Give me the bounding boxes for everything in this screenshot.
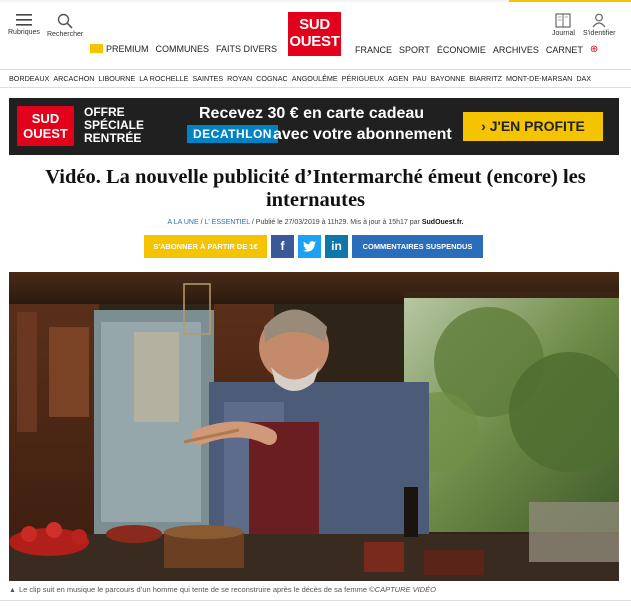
facebook-share-button[interactable]: f (271, 235, 294, 258)
breadcrumb-a-la-une[interactable]: A LA UNE (168, 219, 199, 226)
article-author: SudOuest.fr. (421, 219, 464, 226)
journal-button[interactable]: Journal (552, 13, 575, 37)
nav-item-premium[interactable]: PREMIUM (90, 44, 149, 54)
video-still-image (9, 272, 619, 581)
search-button[interactable]: Rechercher (47, 13, 83, 38)
linkedin-share-button[interactable]: in (325, 235, 348, 258)
login-button[interactable]: S'identifier (583, 13, 615, 37)
banner-offer-line3: RENTRÉE (84, 131, 142, 145)
city-mont-de-marsan[interactable]: MONT-DE-MARSAN (506, 74, 572, 83)
journal-label: Journal (552, 30, 575, 37)
linkedin-icon: in (331, 239, 342, 253)
banner-brand-logo: DECATHLON (187, 125, 278, 143)
city-saintes[interactable]: SAINTES (192, 74, 223, 83)
banner-logo-line2: OUEST (23, 126, 68, 141)
nav-item-france[interactable]: FRANCE (355, 45, 392, 55)
city-dax[interactable]: DAX (576, 74, 591, 83)
comments-button[interactable]: COMMENTAIRES SUSPENDUS (352, 235, 483, 258)
city-cognac[interactable]: COGNAC (256, 74, 288, 83)
subscribe-button[interactable]: S'ABONNER À PARTIR DE 1€ (144, 235, 267, 258)
city-libourne[interactable]: LIBOURNE (98, 74, 135, 83)
newspaper-icon (555, 13, 572, 28)
nav-item-faits-divers[interactable]: FAITS DIVERS (216, 44, 277, 54)
caption-triangle-icon: ▲ (9, 587, 16, 594)
premium-badge-icon (90, 44, 103, 54)
article-video-still[interactable] (9, 272, 619, 581)
banner-sub-text: avec votre abonnement (273, 126, 452, 143)
search-icon (57, 13, 73, 29)
logo-line2: OUEST (289, 33, 340, 50)
twitter-share-button[interactable] (298, 235, 321, 258)
ad-banner[interactable]: SUD OUEST OFFRE SPÉCIALE RENTRÉE Recevez… (9, 98, 619, 155)
city-agen[interactable]: AGEN (388, 74, 408, 83)
city-biarritz[interactable]: BIARRITZ (469, 74, 502, 83)
nav-item-carnet[interactable]: CARNET (546, 45, 583, 55)
facebook-icon: f (280, 239, 285, 253)
login-label: S'identifier (583, 30, 616, 37)
article-headline: Vidéo. La nouvelle publicité d’Intermarc… (45, 166, 586, 211)
more-plus-icon[interactable]: ⊕ (590, 44, 598, 55)
user-icon (592, 13, 606, 28)
article-meta: A LA UNE / L' ESSENTIEL / Publié le 27/0… (0, 219, 631, 226)
top-accent-bar (509, 0, 631, 2)
caption-text: Le clip suit en musique le parcours d’un… (18, 585, 375, 594)
menu-button[interactable]: Rubriques (8, 13, 40, 36)
banner-offer: OFFRE SPÉCIALE RENTRÉE (84, 106, 144, 145)
breadcrumb-separator: / (251, 219, 254, 226)
city-bayonne[interactable]: BAYONNE (431, 74, 466, 83)
city-royan[interactable]: ROYAN (227, 74, 252, 83)
nav-item-sport[interactable]: SPORT (399, 45, 430, 55)
menu-label: Rubriques (8, 29, 40, 36)
banner-cta-button[interactable]: › J'EN PROFITE (463, 112, 603, 141)
nav-item-archives[interactable]: ARCHIVES (493, 45, 539, 55)
banner-logo-line1: SUD (31, 111, 60, 126)
banner-logo: SUD OUEST (17, 106, 74, 146)
site-logo[interactable]: SUD OUEST (288, 12, 341, 56)
city-angouleme[interactable]: ANGOULÊME (292, 74, 338, 83)
site-header: Rubriques Rechercher SUD OUEST Journal S… (0, 0, 631, 68)
bottom-divider (0, 600, 631, 601)
city-perigueux[interactable]: PÉRIGUEUX (342, 74, 384, 83)
caption-credit: CAPTURE VIDÉO (374, 585, 436, 594)
article-actions: S'ABONNER À PARTIR DE 1€ f in COMMENTAIR… (144, 235, 483, 258)
nav-item-economie[interactable]: ÉCONOMIE (437, 45, 486, 55)
main-nav-right: FRANCE SPORT ÉCONOMIE ARCHIVES CARNET ⊕ (355, 44, 598, 55)
city-nav: BORDEAUX ARCACHON LIBOURNE LA ROCHELLE S… (0, 69, 631, 88)
city-arcachon[interactable]: ARCACHON (53, 74, 94, 83)
city-la-rochelle[interactable]: LA ROCHELLE (139, 74, 188, 83)
city-bordeaux[interactable]: BORDEAUX (9, 74, 49, 83)
breadcrumb-essentiel[interactable]: L' ESSENTIEL (205, 219, 250, 226)
hamburger-icon (15, 14, 32, 26)
banner-main-text: Recevez 30 € en carte cadeau (199, 105, 425, 122)
main-nav-left: PREMIUM COMMUNES FAITS DIVERS (90, 44, 277, 54)
photo-caption: ▲ Le clip suit en musique le parcours d’u… (9, 585, 436, 594)
twitter-bird-icon (303, 241, 316, 252)
publish-info: Publié le 27/03/2019 à 11h29. Mis à jour… (255, 219, 420, 226)
search-label: Rechercher (47, 31, 84, 38)
city-pau[interactable]: PAU (412, 74, 426, 83)
nav-premium-label: PREMIUM (106, 44, 149, 54)
breadcrumb-separator: / (200, 219, 203, 226)
logo-line1: SUD (299, 16, 330, 33)
nav-item-communes[interactable]: COMMUNES (156, 44, 210, 54)
